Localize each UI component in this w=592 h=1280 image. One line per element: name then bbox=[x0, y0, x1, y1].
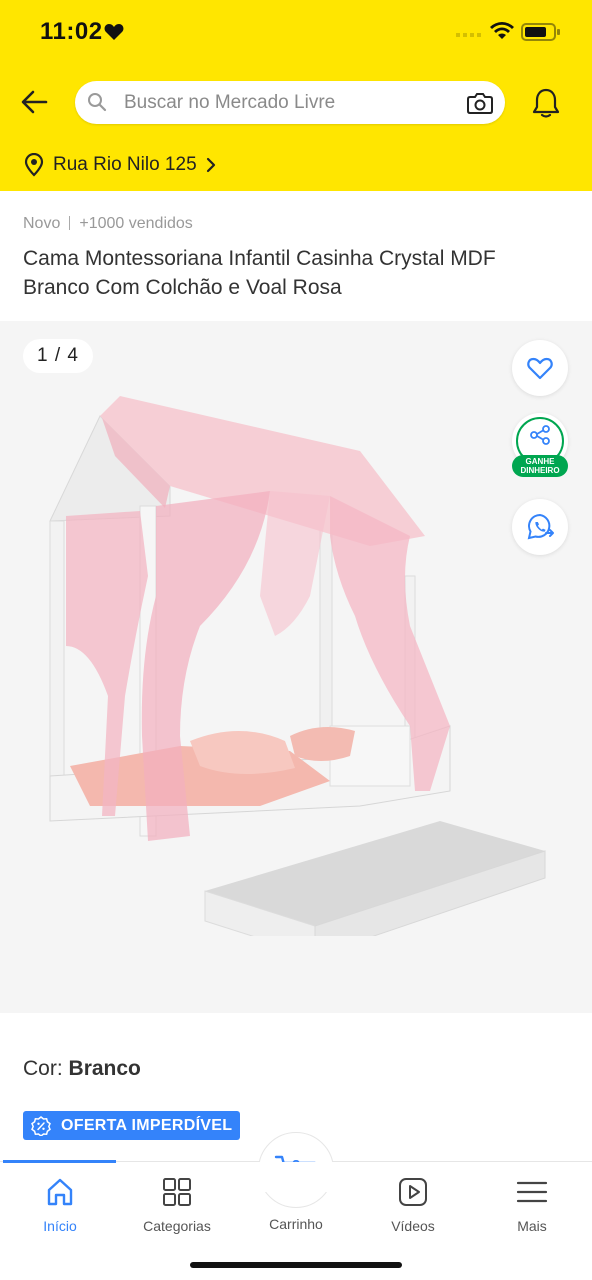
image-counter: 1 / 4 bbox=[23, 339, 93, 373]
play-icon bbox=[399, 1178, 427, 1206]
heart-status-icon bbox=[104, 24, 124, 40]
product-condition: Novo bbox=[23, 215, 61, 232]
nav-categories-label: Categorias bbox=[143, 1218, 211, 1234]
product-subtitle: Novo +1000 vendidos bbox=[23, 215, 193, 233]
sold-count: +1000 vendidos bbox=[79, 215, 193, 232]
favorite-button[interactable] bbox=[512, 340, 568, 396]
chevron-right-icon bbox=[206, 157, 215, 173]
active-tab-indicator bbox=[3, 1160, 116, 1163]
color-selection: Cor: Branco bbox=[23, 1057, 141, 1081]
nav-more[interactable]: Mais bbox=[473, 1176, 591, 1246]
notifications-button[interactable] bbox=[528, 84, 564, 122]
address-text: Rua Rio Nilo 125 bbox=[53, 154, 197, 175]
status-bar: 11:02 bbox=[0, 0, 592, 66]
battery-icon bbox=[521, 23, 560, 41]
nav-more-label: Mais bbox=[517, 1218, 547, 1234]
signal-icon bbox=[456, 33, 481, 37]
arrow-left-icon bbox=[21, 90, 48, 114]
nav-cart-label[interactable]: Carrinho bbox=[236, 1216, 356, 1232]
nav-categories[interactable]: Categorias bbox=[118, 1176, 236, 1246]
product-image bbox=[49, 396, 546, 936]
bottom-navigation: 2 Início Categorias Carrinho Vídeos Mais bbox=[0, 1132, 592, 1280]
menu-icon bbox=[516, 1181, 548, 1203]
divider bbox=[69, 216, 71, 230]
color-value: Branco bbox=[68, 1057, 141, 1080]
nav-videos-label: Vídeos bbox=[391, 1218, 435, 1234]
app-header: 11:02 Buscar no Mercado Livre Rua Rio Ni… bbox=[0, 0, 592, 191]
search-icon bbox=[88, 93, 107, 112]
color-label: Cor: bbox=[23, 1057, 63, 1080]
delivery-address[interactable]: Rua Rio Nilo 125 bbox=[24, 150, 216, 180]
offer-badge: OFERTA IMPERDÍVEL bbox=[23, 1111, 241, 1140]
grid-icon bbox=[163, 1178, 191, 1206]
home-icon bbox=[47, 1178, 73, 1206]
discount-seal-icon bbox=[31, 1115, 51, 1136]
back-button[interactable] bbox=[14, 84, 54, 120]
nav-home-label: Início bbox=[43, 1218, 77, 1234]
cart-bump-cover bbox=[250, 1162, 342, 1192]
camera-icon[interactable] bbox=[467, 91, 493, 115]
product-title: Cama Montessoriana Infantil Casinha Crys… bbox=[23, 247, 496, 299]
status-time: 11:02 bbox=[40, 18, 103, 45]
image-gallery[interactable]: 1 / 4 GANHE DINHEIRO bbox=[0, 321, 592, 1013]
offer-label: OFERTA IMPERDÍVEL bbox=[61, 1116, 233, 1134]
heart-icon bbox=[527, 357, 553, 380]
nav-home[interactable]: Início bbox=[1, 1176, 119, 1246]
nav-videos[interactable]: Vídeos bbox=[354, 1176, 472, 1246]
wifi-icon bbox=[490, 22, 514, 39]
search-placeholder: Buscar no Mercado Livre bbox=[124, 92, 336, 113]
location-pin-icon bbox=[24, 153, 44, 177]
search-bar[interactable]: Buscar no Mercado Livre bbox=[75, 81, 505, 124]
bell-icon bbox=[532, 88, 560, 118]
home-indicator bbox=[190, 1262, 402, 1268]
